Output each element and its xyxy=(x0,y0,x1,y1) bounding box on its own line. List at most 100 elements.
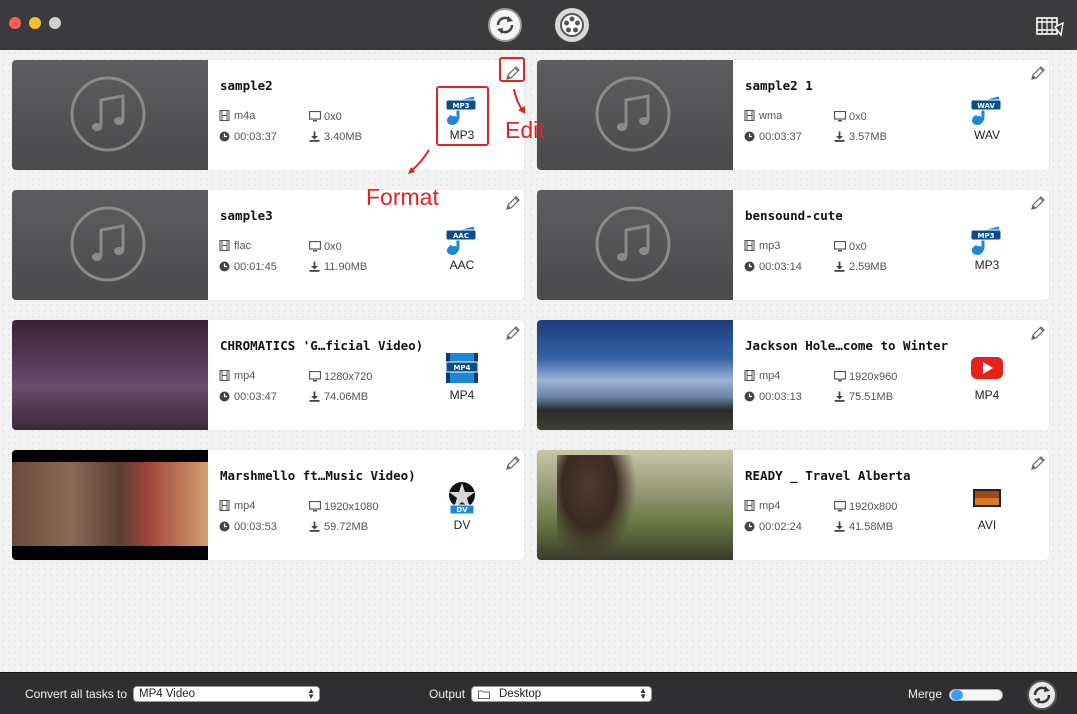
resolution: 0x0 xyxy=(833,240,944,255)
file-size: 41.58MB xyxy=(834,521,944,535)
thumbnail[interactable] xyxy=(12,60,208,170)
edit-pencil-icon[interactable] xyxy=(1029,324,1047,347)
task-title: sample2 xyxy=(220,78,273,93)
target-format-button[interactable]: WAV WAV xyxy=(957,90,1017,150)
film-icon xyxy=(219,499,230,514)
edit-pencil-icon[interactable] xyxy=(1029,194,1047,217)
edit-pencil-icon[interactable] xyxy=(504,324,522,347)
output-value: Desktop xyxy=(499,688,542,700)
duration: 00:03:37 xyxy=(744,131,834,145)
file-size: 3.40MB xyxy=(309,131,419,145)
thumbnail[interactable] xyxy=(537,320,733,430)
media-tab[interactable] xyxy=(555,8,589,42)
edit-pencil-icon[interactable] xyxy=(504,194,522,217)
source-format: mp4 xyxy=(744,499,834,514)
edit-arrow-icon xyxy=(513,88,525,114)
task-title: sample3 xyxy=(220,208,273,223)
toggle-knob xyxy=(951,690,963,700)
task-card[interactable]: sample2 1 wma 0x0 00:03:37 3.57MB WAV WAV xyxy=(537,60,1049,170)
svg-text:MP3: MP3 xyxy=(978,232,995,240)
task-card[interactable]: Marshmello ft…Music Video) mp4 1920x1080 00… xyxy=(12,450,524,560)
output-label: Output xyxy=(429,687,466,701)
edit-annotation: Edit xyxy=(505,117,545,143)
film-icon xyxy=(219,109,230,124)
file-size: 11.90MB xyxy=(309,261,419,275)
close-window-button[interactable] xyxy=(9,17,21,29)
merge-toggle[interactable] xyxy=(949,689,1003,701)
thumbnail[interactable] xyxy=(537,60,733,170)
file-size: 59.72MB xyxy=(309,521,419,535)
thumbnail[interactable] xyxy=(537,450,733,560)
convert-all-select[interactable]: MP4 Video ▲ ▼ xyxy=(133,686,320,702)
toolbox-icon[interactable] xyxy=(1036,15,1064,37)
thumbnail[interactable] xyxy=(12,190,208,300)
resolution: 0x0 xyxy=(308,240,419,255)
thumbnail[interactable] xyxy=(12,320,208,430)
format-icon: AAC xyxy=(444,220,480,261)
title-bar xyxy=(0,0,1077,50)
monitor-icon xyxy=(308,110,322,125)
music-note-icon xyxy=(593,204,673,289)
svg-text:MP4: MP4 xyxy=(454,364,471,372)
chevron-updown-icon: ▲ ▼ xyxy=(307,686,315,701)
minimize-window-button[interactable] xyxy=(29,17,41,29)
monitor-icon xyxy=(833,500,847,515)
source-format: m4a xyxy=(219,109,309,124)
clock-icon xyxy=(219,391,230,405)
target-format-label: MP4 xyxy=(974,388,1000,402)
monitor-icon xyxy=(308,370,322,385)
source-format: flac xyxy=(219,239,309,254)
output-select[interactable]: Desktop ▲ ▼ xyxy=(471,686,652,702)
duration: 00:03:47 xyxy=(219,391,309,405)
zoom-window-button[interactable] xyxy=(49,17,61,29)
target-format-button[interactable]: AAC AAC xyxy=(432,220,492,280)
resolution: 1920x1080 xyxy=(308,500,419,515)
task-title: bensound-cute xyxy=(745,208,843,223)
format-highlight-box xyxy=(436,86,489,146)
task-title: Marshmello ft…Music Video) xyxy=(220,468,416,483)
film-icon xyxy=(744,369,755,384)
bottom-bar: Convert all tasks to MP4 Video ▲ ▼ Output… xyxy=(0,672,1077,714)
music-note-icon xyxy=(68,204,148,289)
format-icon: MP4 xyxy=(444,350,480,391)
file-size: 75.51MB xyxy=(834,391,944,405)
convert-all-value: MP4 Video xyxy=(139,688,196,700)
monitor-icon xyxy=(833,370,847,385)
task-card[interactable]: Jackson Hole…come to Winter mp4 1920x960 00… xyxy=(537,320,1049,430)
edit-pencil-icon[interactable] xyxy=(1029,64,1047,87)
edit-pencil-icon[interactable] xyxy=(504,454,522,477)
task-card[interactable]: bensound-cute mp3 0x0 00:03:14 2.59MB MP3 MP3 xyxy=(537,190,1049,300)
convert-all-button[interactable] xyxy=(1027,680,1057,710)
resolution: 1920x800 xyxy=(833,500,944,515)
svg-text:AAC: AAC xyxy=(453,232,469,240)
target-format-button[interactable]: DV DV xyxy=(432,480,492,540)
convert-tab[interactable] xyxy=(488,8,522,42)
monitor-icon xyxy=(308,240,322,255)
target-format-button[interactable]: MP4 MP4 xyxy=(432,350,492,410)
target-format-button[interactable]: AVI xyxy=(957,480,1017,540)
format-icon xyxy=(969,480,1005,521)
source-format: mp4 xyxy=(744,369,834,384)
task-card[interactable]: CHROMATICS 'G…ficial Video) mp4 1280x720 00… xyxy=(12,320,524,430)
target-format-button[interactable]: MP3 MP3 xyxy=(957,220,1017,280)
download-icon xyxy=(834,391,845,405)
svg-text:DV: DV xyxy=(456,506,468,514)
target-format-button[interactable]: MP4 xyxy=(957,350,1017,410)
resolution: 1280x720 xyxy=(308,370,419,385)
edit-pencil-icon[interactable] xyxy=(1029,454,1047,477)
thumbnail[interactable] xyxy=(537,190,733,300)
monitor-icon xyxy=(308,500,322,515)
thumbnail[interactable] xyxy=(12,450,208,560)
task-card[interactable]: READY _ Travel Alberta mp4 1920x800 00:02:2… xyxy=(537,450,1049,560)
duration: 00:03:14 xyxy=(744,261,834,275)
format-icon: DV xyxy=(444,480,480,521)
file-size: 74.06MB xyxy=(309,391,419,405)
clock-icon xyxy=(744,261,755,275)
monitor-icon xyxy=(833,240,847,255)
resolution: 0x0 xyxy=(833,110,944,125)
task-card[interactable]: sample3 flac 0x0 00:01:45 11.90MB AAC AAC xyxy=(12,190,524,300)
duration: 00:03:13 xyxy=(744,391,834,405)
clock-icon xyxy=(219,131,230,145)
clock-icon xyxy=(744,391,755,405)
clock-icon xyxy=(744,131,755,145)
